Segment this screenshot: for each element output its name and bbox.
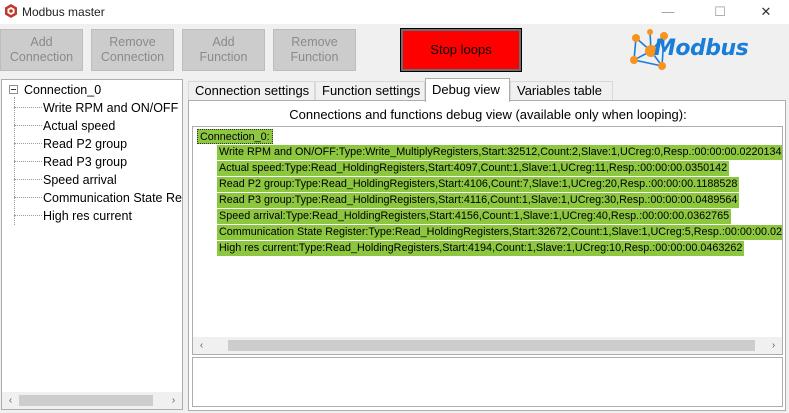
tree-item-read-p2[interactable]: Read P2 group <box>43 135 127 153</box>
close-button[interactable]: ✕ <box>743 0 789 24</box>
debug-connection-root[interactable]: Connection_0: <box>197 129 273 144</box>
tab-function-settings[interactable]: Function settings <box>315 81 425 101</box>
stop-loops-button[interactable]: Stop loops <box>400 28 522 72</box>
scroll-thumb[interactable] <box>228 340 755 351</box>
modbus-logo: Modbus <box>628 28 774 74</box>
tab-connection-settings[interactable]: Connection settings <box>188 81 315 101</box>
remove-function-button[interactable]: Remove Function <box>273 29 356 71</box>
scroll-left-icon[interactable]: ‹ <box>193 337 210 354</box>
tab-debug-view[interactable]: Debug view <box>425 78 510 102</box>
tree-item-high-res-current[interactable]: High res current <box>43 207 132 225</box>
remove-connection-button[interactable]: Remove Connection <box>91 29 174 71</box>
debug-line[interactable]: Actual speed:Type:Read_HoldingRegisters,… <box>217 161 730 176</box>
connection-tree[interactable]: Connection_0 Write RPM and ON/OFF Actual… <box>1 79 183 410</box>
debug-line[interactable]: Write RPM and ON/OFF:Type:Write_Multiply… <box>217 145 782 160</box>
tree-item-speed-arrival[interactable]: Speed arrival <box>43 171 117 189</box>
title-bar: Modbus master — ☐ ✕ <box>0 0 789 24</box>
debug-heading: Connections and functions debug view (av… <box>289 107 687 122</box>
debug-view-panel: Connections and functions debug view (av… <box>188 100 786 411</box>
tree-guide-line <box>14 125 42 126</box>
tree-guide-line <box>14 215 42 216</box>
tree-guide-line <box>14 197 42 198</box>
debug-line[interactable]: Speed arrival:Type:Read_HoldingRegisters… <box>217 209 732 224</box>
output-log-box[interactable] <box>192 357 783 407</box>
scroll-thumb[interactable] <box>19 395 153 406</box>
tree-guide-line <box>14 143 42 144</box>
tree-horizontal-scrollbar[interactable]: ‹ › <box>2 392 182 409</box>
tree-item-connection-0[interactable]: Connection_0 <box>24 81 101 99</box>
toolbar: Add Connection Remove Connection Add Fun… <box>0 24 789 76</box>
logo-text: Modbus <box>654 36 749 61</box>
tree-item-read-p3[interactable]: Read P3 group <box>43 153 127 171</box>
maximize-button[interactable]: ☐ <box>697 0 743 24</box>
app-icon <box>5 4 17 18</box>
tree-item-actual-speed[interactable]: Actual speed <box>43 117 115 135</box>
tab-variables-table[interactable]: Variables table <box>510 81 613 101</box>
add-function-button[interactable]: Add Function <box>182 29 265 71</box>
debug-horizontal-scrollbar[interactable]: ‹ › <box>193 337 782 354</box>
add-connection-button[interactable]: Add Connection <box>0 29 83 71</box>
tree-item-communication-state[interactable]: Communication State Re <box>43 189 182 207</box>
scroll-right-icon[interactable]: › <box>165 392 182 409</box>
debug-line[interactable]: High res current:Type:Read_HoldingRegist… <box>217 241 745 256</box>
scroll-left-icon[interactable]: ‹ <box>2 392 19 409</box>
minimize-button[interactable]: — <box>645 0 691 24</box>
scroll-right-icon[interactable]: › <box>765 337 782 354</box>
collapse-icon[interactable] <box>9 85 18 94</box>
tree-item-write-rpm[interactable]: Write RPM and ON/OFF <box>43 99 178 117</box>
debug-line[interactable]: Read P2 group:Type:Read_HoldingRegisters… <box>217 177 740 192</box>
debug-line[interactable]: Communication State Register:Type:Read_H… <box>217 225 782 240</box>
tree-guide-line <box>14 161 42 162</box>
debug-tree-view[interactable]: Connection_0: Write RPM and ON/OFF:Type:… <box>192 126 783 355</box>
window-title: Modbus master <box>22 5 105 19</box>
debug-line[interactable]: Read P3 group:Type:Read_HoldingRegisters… <box>217 193 740 208</box>
tree-guide-line <box>14 179 42 180</box>
tree-guide-line <box>14 107 42 108</box>
